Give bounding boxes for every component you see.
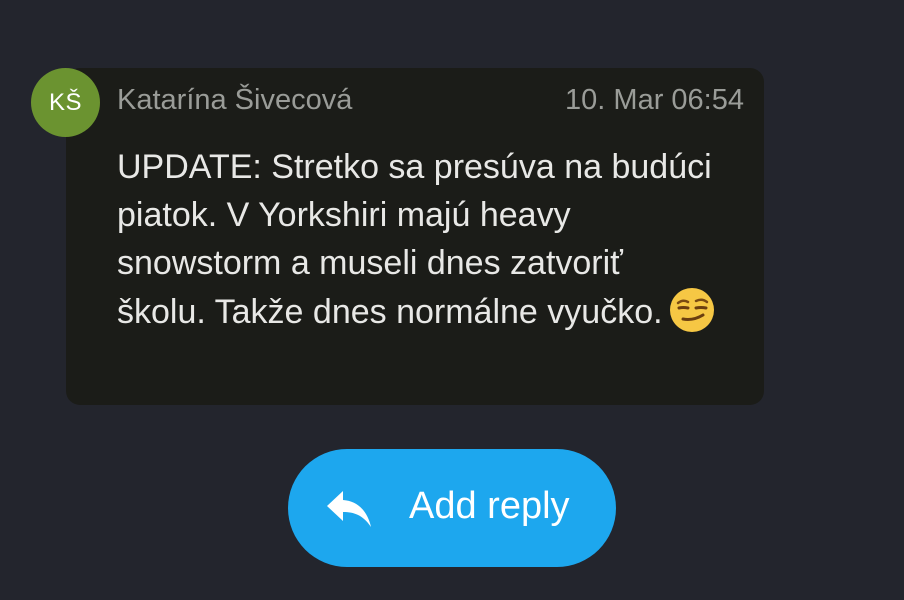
add-reply-button[interactable]: Add reply xyxy=(288,449,616,567)
avatar[interactable]: KŠ xyxy=(31,68,100,137)
message-body: UPDATE: Stretko sa presúva na budúci pia… xyxy=(117,143,717,336)
message-text: UPDATE: Stretko sa presúva na budúci pia… xyxy=(117,148,722,331)
sender-name: Katarína Šivecová xyxy=(117,84,353,116)
message-timestamp: 10. Mar 06:54 xyxy=(565,84,744,116)
smirking-face-icon xyxy=(669,288,714,332)
add-reply-label: Add reply xyxy=(409,485,570,527)
reply-arrow-icon xyxy=(327,491,371,527)
avatar-initials: KŠ xyxy=(48,88,82,116)
